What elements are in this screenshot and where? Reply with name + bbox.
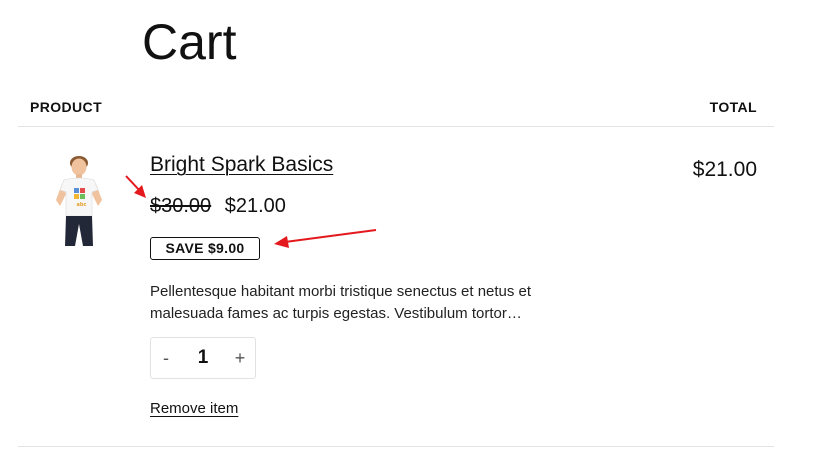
original-price: $30.00 <box>150 195 212 217</box>
remove-item-link[interactable]: Remove item <box>150 400 238 417</box>
column-header-product: PRODUCT <box>30 99 103 115</box>
savings-badge: SAVE $9.00 <box>150 237 260 260</box>
item-divider <box>18 446 774 447</box>
header-divider <box>18 126 774 127</box>
annotation-arrow-original-price <box>125 175 146 198</box>
decrease-quantity-button[interactable]: - <box>151 338 181 378</box>
line-total-price: $21.00 <box>692 158 757 181</box>
svg-text:abc: abc <box>77 202 87 208</box>
increase-quantity-button[interactable]: + <box>225 338 255 378</box>
column-header-total: TOTAL <box>709 99 757 115</box>
product-name-link[interactable]: Bright Spark Basics <box>150 153 333 177</box>
quantity-input[interactable]: 1 <box>183 347 223 369</box>
annotation-arrow-savings-badge <box>274 229 377 248</box>
product-thumbnail[interactable]: abc <box>48 154 108 248</box>
product-description: Pellentesque habitant morbi tristique se… <box>150 283 532 322</box>
sale-price: $21.00 <box>224 195 286 217</box>
price-row: $30.00 $21.00 <box>150 195 286 218</box>
quantity-stepper: - 1 + <box>150 337 256 379</box>
annotation-arrows <box>125 175 377 248</box>
page-title: Cart <box>142 14 237 70</box>
